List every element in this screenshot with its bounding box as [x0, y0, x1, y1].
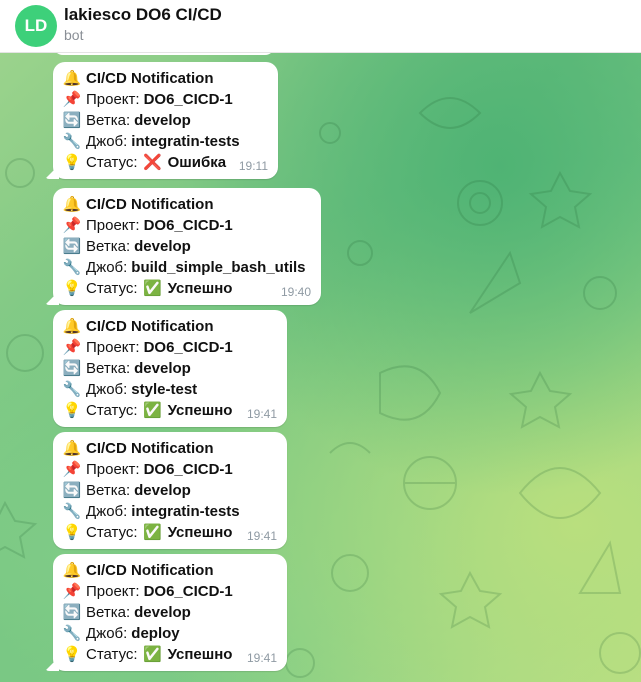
- light-bulb-icon: 💡: [62, 524, 82, 541]
- branch-line: 🔄 Ветка: develop: [62, 112, 191, 129]
- project-line: 📌 Проект: DO6_CICD-1: [62, 583, 233, 600]
- job-line: 🔧 Джоб: deploy: [62, 625, 180, 642]
- wrench-icon: 🔧: [62, 625, 82, 642]
- status-line: 💡 Статус: ✅ Успешно: [62, 280, 233, 297]
- check-mark-icon: ✅: [143, 646, 162, 663]
- message-title-line: 🔔 CI/CD Notification: [62, 318, 214, 335]
- bell-icon: 🔔: [62, 318, 82, 335]
- message-time: 19:41: [246, 529, 277, 543]
- avatar[interactable]: LD: [15, 5, 57, 47]
- message-bubble[interactable]: 🔔 CI/CD Notification 📌 Проект: DO6_CICD-1 🔄…: [53, 188, 321, 305]
- light-bulb-icon: 💡: [62, 402, 82, 419]
- bell-icon: 🔔: [62, 70, 82, 87]
- status-line: 💡 Статус: ✅ Успешно: [62, 524, 233, 541]
- check-mark-icon: ✅: [143, 524, 162, 541]
- status-line: 💡 Статус: ❌ Ошибка: [62, 154, 227, 171]
- light-bulb-icon: 💡: [62, 646, 82, 663]
- message-time: 19:40: [280, 285, 311, 299]
- message-title-line: 🔔 CI/CD Notification: [62, 440, 214, 457]
- message-title-line: 🔔 CI/CD Notification: [62, 562, 214, 579]
- pushpin-icon: 📌: [62, 583, 82, 600]
- status-line: 💡 Статус: ✅ Успешно: [62, 646, 233, 663]
- message-time: 19:41: [246, 407, 277, 421]
- job-line: 🔧 Джоб: build_simple_bash_utils: [62, 259, 306, 276]
- light-bulb-icon: 💡: [62, 280, 82, 297]
- pushpin-icon: 📌: [62, 339, 82, 356]
- refresh-icon: 🔄: [62, 604, 82, 621]
- bell-icon: 🔔: [62, 562, 82, 579]
- chat-subtitle: bot: [64, 27, 84, 43]
- project-line: 📌 Проект: DO6_CICD-1: [62, 339, 233, 356]
- job-line: 🔧 Джоб: style-test: [62, 381, 198, 398]
- message-time: 19:41: [246, 651, 277, 665]
- check-mark-icon: ✅: [143, 280, 162, 297]
- refresh-icon: 🔄: [62, 238, 82, 255]
- branch-line: 🔄 Ветка: develop: [62, 604, 191, 621]
- branch-line: 🔄 Ветка: develop: [62, 238, 191, 255]
- check-mark-icon: ✅: [143, 402, 162, 419]
- message-bubble[interactable]: 🔔 CI/CD Notification 📌 Проект: DO6_CICD-1 🔄…: [53, 310, 287, 427]
- pushpin-icon: 📌: [62, 217, 82, 234]
- pushpin-icon: 📌: [62, 91, 82, 108]
- project-line: 📌 Проект: DO6_CICD-1: [62, 91, 233, 108]
- pushpin-icon: 📌: [62, 461, 82, 478]
- job-line: 🔧 Джоб: integratin-tests: [62, 133, 240, 150]
- wrench-icon: 🔧: [62, 381, 82, 398]
- wrench-icon: 🔧: [62, 133, 82, 150]
- refresh-icon: 🔄: [62, 482, 82, 499]
- refresh-icon: 🔄: [62, 360, 82, 377]
- cross-mark-icon: ❌: [143, 154, 162, 171]
- branch-line: 🔄 Ветка: develop: [62, 482, 191, 499]
- bell-icon: 🔔: [62, 440, 82, 457]
- light-bulb-icon: 💡: [62, 154, 82, 171]
- message-bubble[interactable]: 🔔 CI/CD Notification 📌 Проект: DO6_CICD-1 🔄…: [53, 62, 278, 179]
- refresh-icon: 🔄: [62, 112, 82, 129]
- status-line: 💡 Статус: ✅ Успешно: [62, 402, 233, 419]
- message-time: 19:11: [238, 159, 268, 173]
- branch-line: 🔄 Ветка: develop: [62, 360, 191, 377]
- wrench-icon: 🔧: [62, 259, 82, 276]
- message-bubble[interactable]: 🔔 CI/CD Notification 📌 Проект: DO6_CICD-1 🔄…: [53, 554, 287, 671]
- message-title-line: 🔔 CI/CD Notification: [62, 196, 214, 213]
- project-line: 📌 Проект: DO6_CICD-1: [62, 461, 233, 478]
- job-line: 🔧 Джоб: integratin-tests: [62, 503, 240, 520]
- wrench-icon: 🔧: [62, 503, 82, 520]
- message-bubble[interactable]: 🔔 CI/CD Notification 📌 Проект: DO6_CICD-1 🔄…: [53, 432, 287, 549]
- previous-message-bubble-edge: [53, 53, 275, 55]
- chat-message-area[interactable]: 🔔 CI/CD Notification 📌 Проект: DO6_CICD-1 🔄…: [0, 53, 641, 682]
- bell-icon: 🔔: [62, 196, 82, 213]
- chat-title: lakiesco DO6 CI/CD: [64, 5, 222, 24]
- chat-header[interactable]: LD lakiesco DO6 CI/CD bot: [0, 0, 641, 53]
- project-line: 📌 Проект: DO6_CICD-1: [62, 217, 233, 234]
- message-title-line: 🔔 CI/CD Notification: [62, 70, 214, 87]
